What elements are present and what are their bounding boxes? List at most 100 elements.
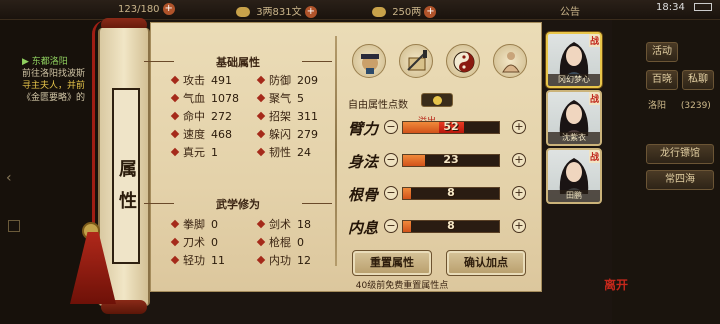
silver-counter: 250两 + — [372, 3, 437, 18]
add-money-button[interactable]: + — [304, 6, 317, 18]
increase-button[interactable]: + — [512, 120, 526, 134]
decrease-button[interactable]: − — [384, 186, 398, 200]
character-name: 冈幻梦心 — [548, 74, 600, 86]
base-attr-item: 防御 209 — [256, 72, 318, 88]
notice-button[interactable]: 公告 — [560, 3, 580, 18]
money-counter: 3两831文 + — [236, 3, 317, 18]
battle-badge: 战 — [588, 34, 600, 47]
base-attr-item: 速度 468 — [170, 126, 232, 142]
attr-name: 拳脚 — [183, 218, 205, 231]
menu-item-escort[interactable]: 龙行镖馆 — [646, 144, 714, 164]
attr-name: 招架 — [269, 110, 291, 123]
bullet-icon — [170, 129, 180, 139]
attr-name: 躲闪 — [269, 128, 291, 141]
clock: 18:34 — [656, 2, 712, 13]
scholar-icon[interactable] — [352, 44, 386, 78]
base-attr-item: 真元 1 — [170, 144, 218, 160]
panel-divider — [335, 36, 337, 266]
bullet-icon — [256, 111, 266, 121]
attr-value: 11 — [211, 254, 225, 267]
meditation-icon[interactable] — [493, 44, 527, 78]
bullet-icon — [256, 147, 266, 157]
bullet-icon — [256, 255, 266, 265]
bullet-icon — [256, 93, 266, 103]
add-silver-button[interactable]: + — [424, 6, 437, 18]
stat-name: 根骨 — [348, 186, 379, 204]
menu-item-npc[interactable]: 常四海 — [646, 170, 714, 190]
martial-attr-item: 拳脚 0 — [170, 216, 218, 232]
location-readout: 洛阳 (3239) — [648, 98, 711, 111]
bullet-icon — [170, 255, 180, 265]
checkbox-icon[interactable] — [8, 220, 20, 232]
attr-value: 12 — [297, 254, 311, 267]
stat-name: 臂力 — [348, 120, 379, 138]
increase-button[interactable]: + — [512, 186, 526, 200]
attr-name: 轻功 — [183, 254, 205, 267]
attr-name: 聚气 — [269, 92, 291, 105]
base-attr-item: 命中 272 — [170, 108, 232, 124]
base-attr-item: 攻击 491 — [170, 72, 232, 88]
collapse-arrow-icon[interactable]: ‹ — [6, 170, 12, 186]
clock-time: 18:34 — [655, 2, 685, 13]
bullet-icon — [170, 147, 180, 157]
energy-counter: 123/180 + — [118, 3, 175, 15]
attr-name: 速度 — [183, 128, 205, 141]
attr-value: 311 — [297, 110, 318, 123]
increase-button[interactable]: + — [512, 219, 526, 233]
attr-value: 209 — [297, 74, 318, 87]
decrease-button[interactable]: − — [384, 153, 398, 167]
decrease-button[interactable]: − — [384, 219, 398, 233]
stat-row: 身法 − 23 + — [348, 151, 538, 175]
stat-bar: 52 — [402, 120, 500, 134]
bullet-icon — [256, 219, 266, 229]
decrease-button[interactable]: − — [384, 120, 398, 134]
sword-scroll-icon[interactable] — [399, 44, 433, 78]
taiji-icon[interactable] — [446, 44, 480, 78]
increase-button[interactable]: + — [512, 153, 526, 167]
points-coin-icon — [433, 96, 442, 105]
attr-name: 韧性 — [269, 146, 291, 159]
private-chat-button[interactable]: 私聊 — [682, 70, 714, 90]
martial-attr-item: 内功 12 — [256, 252, 311, 268]
bullet-icon — [256, 75, 266, 85]
character-card[interactable]: 战沈紫衣 — [546, 90, 602, 146]
attr-value: 468 — [211, 128, 232, 141]
stat-value: 8 — [447, 186, 455, 199]
add-energy-button[interactable]: + — [162, 3, 175, 15]
bullet-icon — [170, 237, 180, 247]
character-name: 田鹏 — [548, 190, 600, 202]
bullet-icon — [256, 237, 266, 247]
battle-badge: 战 — [588, 92, 600, 105]
location-coord: (3239) — [680, 101, 711, 111]
base-attr-item: 气血 1078 — [170, 90, 239, 106]
stat-value: 8 — [447, 219, 455, 232]
base-attr-item: 招架 311 — [256, 108, 318, 124]
attr-name: 枪棍 — [269, 236, 291, 249]
martial-attr-item: 枪棍 0 — [256, 234, 304, 250]
character-name: 沈紫衣 — [548, 132, 600, 144]
martial-attr-item: 轻功 11 — [170, 252, 225, 268]
location-name: 洛阳 — [648, 101, 667, 111]
character-card[interactable]: 战田鹏 — [546, 148, 602, 204]
attr-value: 0 — [211, 218, 218, 231]
exit-seal-button[interactable]: 离开 — [604, 276, 628, 293]
confirm-points-button[interactable]: 确认加点 — [446, 250, 526, 276]
stat-value: 23 — [443, 153, 459, 166]
attr-name: 气血 — [183, 92, 205, 105]
bullet-icon — [170, 75, 180, 85]
bullet-icon — [170, 111, 180, 121]
activity-button[interactable]: 活动 — [646, 42, 678, 62]
character-card[interactable]: 战冈幻梦心 — [546, 32, 602, 88]
stat-row: 臂力 − 52 + — [348, 118, 538, 142]
baixiao-button[interactable]: 百晓 — [646, 70, 678, 90]
attr-value: 0 — [297, 236, 304, 249]
silver-icon — [372, 7, 386, 17]
reset-attributes-button[interactable]: 重置属性 — [352, 250, 432, 276]
attr-name: 真元 — [183, 146, 205, 159]
silver-value: 250两 — [392, 7, 422, 18]
attr-name: 防御 — [269, 74, 291, 87]
base-attr-item: 躲闪 279 — [256, 126, 318, 142]
bullet-icon — [170, 219, 180, 229]
battle-badge: 战 — [588, 150, 600, 163]
attr-value: 0 — [211, 236, 218, 249]
